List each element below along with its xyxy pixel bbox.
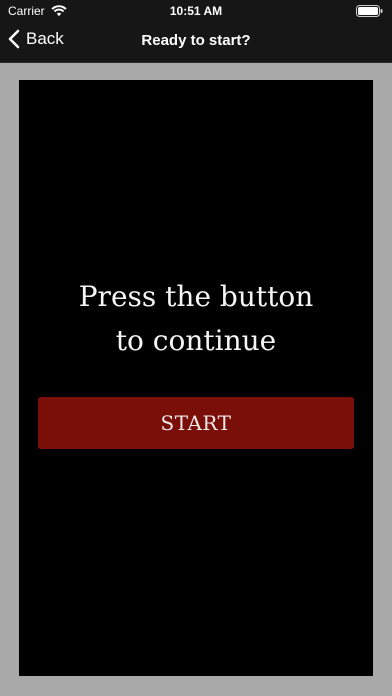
prompt-line-2: to continue [115,324,277,357]
status-time: 10:51 AM [169,4,223,18]
start-button-label: START [160,411,232,435]
content-panel: Press the button to continue START [19,80,373,676]
prompt-text: Press the button to continue [19,275,373,363]
battery-icon [356,5,383,17]
start-button[interactable]: START [38,397,354,449]
status-bar: Carrier 10:51 AM [0,0,392,22]
prompt-line-1: Press the button [78,280,314,313]
page-title: Ready to start? [141,32,251,49]
navigation-bar: Back Ready to start? [0,22,392,63]
